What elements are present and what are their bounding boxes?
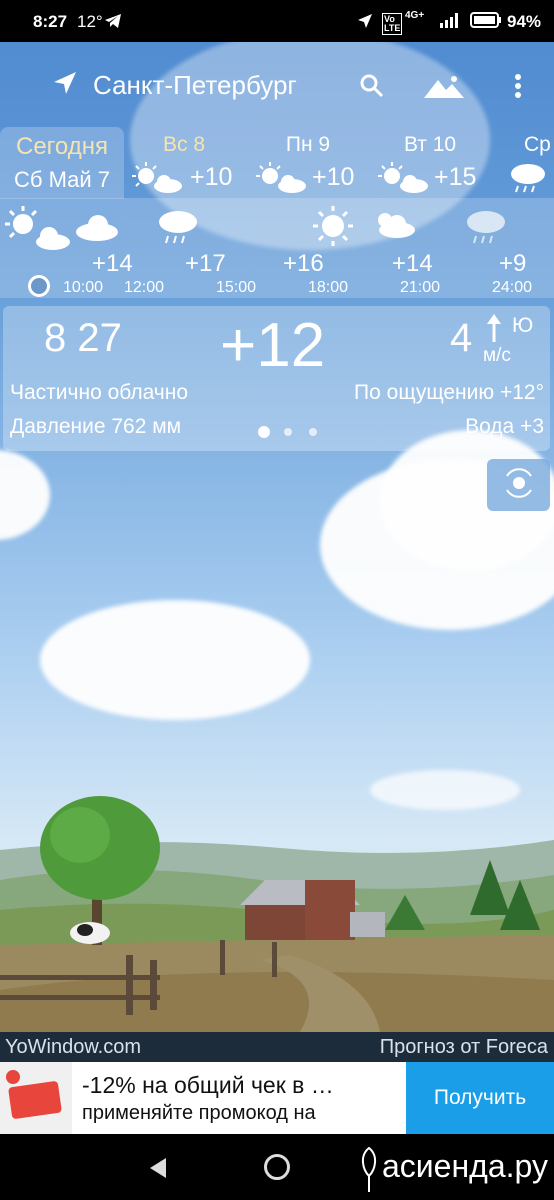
- feels-like: По ощущению +12°: [354, 381, 544, 404]
- current-time: 8 27: [44, 316, 122, 360]
- partly-cloudy-icon: [378, 162, 430, 199]
- hour-time: 12:00: [124, 279, 165, 296]
- wind-speed: 4: [450, 316, 473, 360]
- partly-cloudy-icon: [256, 162, 308, 199]
- partly-cloudy-icon: [132, 162, 184, 199]
- rain-icon: [464, 206, 508, 251]
- ad-banner[interactable]: -12% на общий чек в … применяйте промоко…: [0, 1062, 554, 1134]
- wind-arrow-icon: [486, 314, 502, 347]
- wind-unit: м/с: [483, 345, 511, 366]
- hour-time: 24:00: [492, 279, 533, 296]
- current-hour-marker: [28, 275, 50, 297]
- ad-card-icon: [8, 1080, 62, 1120]
- signal-icon: [440, 12, 462, 33]
- radar-icon: [502, 467, 536, 503]
- ad-line-2: применяйте промокод на: [82, 1102, 316, 1124]
- landscape-icon[interactable]: [422, 66, 466, 106]
- battery-percent: 94%: [507, 12, 542, 31]
- condition-text: Частично облачно: [10, 381, 189, 404]
- cloud-icon: [74, 212, 120, 247]
- hour-temp: +17: [185, 250, 226, 277]
- network-4g-icon: 4G+: [405, 10, 425, 21]
- hour-time: 21:00: [400, 279, 441, 296]
- hour-time: 10:00: [63, 279, 104, 296]
- rain-icon: [506, 160, 550, 199]
- pressure: Давление 762 мм: [10, 415, 182, 438]
- page-dot-active[interactable]: [258, 426, 270, 438]
- hour-time: 18:00: [308, 279, 349, 296]
- back-icon[interactable]: [150, 1158, 168, 1183]
- page-dot[interactable]: [309, 428, 317, 436]
- radar-button[interactable]: [487, 459, 550, 511]
- day-label: Вс 8: [162, 133, 206, 156]
- status-temp: 12°: [77, 12, 103, 31]
- rain-icon: [156, 206, 200, 251]
- more-menu-icon[interactable]: [498, 66, 538, 106]
- footer-bar: YoWindow.com Прогноз от Foreca: [0, 1032, 554, 1062]
- sun-cloud-icon: [5, 206, 71, 257]
- search-icon[interactable]: [352, 66, 392, 106]
- wind-direction: Ю: [512, 314, 534, 337]
- ad-logo-icon: [6, 1070, 20, 1084]
- day-today-label: Сегодня: [16, 133, 108, 160]
- day-temp: +10: [312, 163, 355, 191]
- ad-line-1: -12% на общий чек в …: [82, 1072, 334, 1098]
- hour-temp: +14: [392, 250, 433, 277]
- hour-temp: +14: [92, 250, 133, 277]
- day-today[interactable]: Сегодня Сб Май 7: [0, 133, 124, 203]
- day-label: Вт 10: [403, 133, 457, 156]
- status-time: 8:27: [33, 12, 68, 31]
- day-temp: +10: [190, 163, 233, 191]
- page-dot[interactable]: [284, 428, 292, 436]
- day-wednesday[interactable]: Ср: [524, 133, 551, 157]
- navigation-bar: асиенда.ру: [0, 1134, 554, 1200]
- location-arrow-icon[interactable]: [52, 70, 78, 101]
- city-name[interactable]: Санкт-Петербург: [93, 70, 297, 101]
- day-today-date: Сб Май 7: [13, 167, 111, 192]
- hour-temp: +16: [283, 250, 324, 277]
- water-temp: Вода +3: [465, 415, 544, 438]
- hour-temp: +9: [499, 250, 527, 277]
- foreca-link[interactable]: Прогноз от Foreca: [380, 1036, 548, 1059]
- partly-cloudy-icon: [371, 208, 417, 245]
- day-temp: +15: [434, 163, 477, 191]
- ad-image: [0, 1062, 72, 1134]
- status-bar: 8:27 12° Vo LTE 4G+ 94%: [0, 0, 554, 42]
- day-label: Пн 9: [285, 133, 331, 156]
- ad-cta-button[interactable]: Получить: [406, 1062, 554, 1134]
- current-temp: +12: [220, 311, 326, 380]
- yowindow-link[interactable]: YoWindow.com: [5, 1036, 141, 1059]
- sun-icon: [313, 206, 353, 251]
- battery-icon: [470, 12, 502, 33]
- hour-time: 15:00: [216, 279, 257, 296]
- watermark-text: асиенда.ру: [382, 1148, 548, 1184]
- location-status-icon: [356, 12, 374, 35]
- home-icon[interactable]: [264, 1154, 290, 1180]
- telegram-icon: [104, 12, 122, 35]
- volte-icon: Vo LTE: [382, 13, 403, 35]
- watermark-logo: [355, 1146, 383, 1199]
